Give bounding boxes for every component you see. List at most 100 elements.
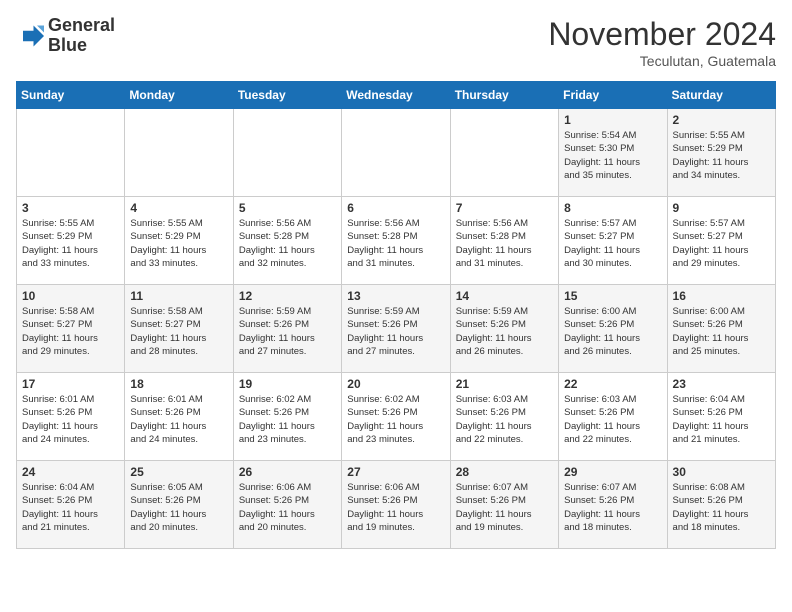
cell-info: Sunrise: 6:07 AMSunset: 5:26 PMDaylight:… (564, 481, 661, 534)
cell-info: Sunrise: 5:57 AMSunset: 5:27 PMDaylight:… (564, 217, 661, 270)
day-number: 15 (564, 289, 661, 303)
calendar-cell: 2Sunrise: 5:55 AMSunset: 5:29 PMDaylight… (667, 109, 775, 197)
header-sunday: Sunday (17, 82, 125, 109)
cell-info: Sunrise: 5:55 AMSunset: 5:29 PMDaylight:… (130, 217, 227, 270)
header-row: SundayMondayTuesdayWednesdayThursdayFrid… (17, 82, 776, 109)
cell-info: Sunrise: 5:59 AMSunset: 5:26 PMDaylight:… (347, 305, 444, 358)
title-block: November 2024 Teculutan, Guatemala (548, 16, 776, 69)
calendar-cell: 23 Sunrise: 6:04 AMSunset: 5:26 PMDayligh… (667, 373, 775, 461)
calendar-cell: 19 Sunrise: 6:02 AMSunset: 5:26 PMDayligh… (233, 373, 341, 461)
day-number: 9 (673, 201, 770, 215)
day-number: 29 (564, 465, 661, 479)
day-number: 26 (239, 465, 336, 479)
calendar-cell: 26 Sunrise: 6:06 AMSunset: 5:26 PMDayligh… (233, 461, 341, 549)
calendar-cell: 14 Sunrise: 5:59 AMSunset: 5:26 PMDayligh… (450, 285, 558, 373)
day-number: 14 (456, 289, 553, 303)
calendar-cell: 21 Sunrise: 6:03 AMSunset: 5:26 PMDayligh… (450, 373, 558, 461)
day-number: 8 (564, 201, 661, 215)
calendar-cell: 1 Sunrise: 5:54 AMSunset: 5:30 PMDaylight… (559, 109, 667, 197)
day-number: 11 (130, 289, 227, 303)
day-number: 4 (130, 201, 227, 215)
cell-info: Sunrise: 5:56 AMSunset: 5:28 PMDaylight:… (239, 217, 336, 270)
week-row-1: 1 Sunrise: 5:54 AMSunset: 5:30 PMDaylight… (17, 109, 776, 197)
week-row-2: 3 Sunrise: 5:55 AMSunset: 5:29 PMDaylight… (17, 197, 776, 285)
day-number: 25 (130, 465, 227, 479)
calendar-cell: 10 Sunrise: 5:58 AMSunset: 5:27 PMDayligh… (17, 285, 125, 373)
calendar-cell: 12Sunrise: 5:59 AMSunset: 5:26 PMDayligh… (233, 285, 341, 373)
day-number: 30 (673, 465, 770, 479)
calendar-cell: 4 Sunrise: 5:55 AMSunset: 5:29 PMDaylight… (125, 197, 233, 285)
cell-info: Sunrise: 5:56 AMSunset: 5:28 PMDaylight:… (456, 217, 553, 270)
calendar-cell: 24Sunrise: 6:04 AMSunset: 5:26 PMDayligh… (17, 461, 125, 549)
calendar-cell: 9 Sunrise: 5:57 AMSunset: 5:27 PMDaylight… (667, 197, 775, 285)
day-number: 13 (347, 289, 444, 303)
day-number: 7 (456, 201, 553, 215)
cell-info: Sunrise: 5:57 AMSunset: 5:27 PMDaylight:… (673, 217, 770, 270)
logo-icon (16, 22, 44, 50)
cell-info: Sunrise: 5:56 AMSunset: 5:28 PMDaylight:… (347, 217, 444, 270)
calendar-cell: 29 Sunrise: 6:07 AMSunset: 5:26 PMDayligh… (559, 461, 667, 549)
calendar-cell: 16Sunrise: 6:00 AMSunset: 5:26 PMDayligh… (667, 285, 775, 373)
day-number: 1 (564, 113, 661, 127)
calendar-header: SundayMondayTuesdayWednesdayThursdayFrid… (17, 82, 776, 109)
day-number: 23 (673, 377, 770, 391)
page-header: General Blue November 2024 Teculutan, Gu… (16, 16, 776, 69)
month-title: November 2024 (548, 16, 776, 53)
day-number: 18 (130, 377, 227, 391)
header-friday: Friday (559, 82, 667, 109)
calendar-cell: 17 Sunrise: 6:01 AMSunset: 5:26 PMDayligh… (17, 373, 125, 461)
calendar-cell: 5 Sunrise: 5:56 AMSunset: 5:28 PMDaylight… (233, 197, 341, 285)
header-monday: Monday (125, 82, 233, 109)
calendar-cell: 28Sunrise: 6:07 AMSunset: 5:26 PMDayligh… (450, 461, 558, 549)
cell-info: Sunrise: 6:00 AMSunset: 5:26 PMDaylight:… (564, 305, 661, 358)
week-row-4: 17 Sunrise: 6:01 AMSunset: 5:26 PMDayligh… (17, 373, 776, 461)
day-number: 21 (456, 377, 553, 391)
calendar-cell: 13 Sunrise: 5:59 AMSunset: 5:26 PMDayligh… (342, 285, 450, 373)
header-saturday: Saturday (667, 82, 775, 109)
calendar-cell: 30 Sunrise: 6:08 AMSunset: 5:26 PMDayligh… (667, 461, 775, 549)
logo-line1: General (48, 16, 115, 36)
header-tuesday: Tuesday (233, 82, 341, 109)
week-row-3: 10 Sunrise: 5:58 AMSunset: 5:27 PMDayligh… (17, 285, 776, 373)
day-number: 27 (347, 465, 444, 479)
header-wednesday: Wednesday (342, 82, 450, 109)
week-row-5: 24Sunrise: 6:04 AMSunset: 5:26 PMDayligh… (17, 461, 776, 549)
logo-line2: Blue (48, 36, 115, 56)
cell-info: Sunrise: 6:04 AMSunset: 5:26 PMDaylight:… (673, 393, 770, 446)
calendar-cell: 6Sunrise: 5:56 AMSunset: 5:28 PMDaylight… (342, 197, 450, 285)
day-number: 5 (239, 201, 336, 215)
cell-info: Sunrise: 5:58 AMSunset: 5:27 PMDaylight:… (22, 305, 119, 358)
cell-info: Sunrise: 6:02 AMSunset: 5:26 PMDaylight:… (239, 393, 336, 446)
calendar-cell: 18 Sunrise: 6:01 AMSunset: 5:26 PMDayligh… (125, 373, 233, 461)
cell-info: Sunrise: 5:58 AMSunset: 5:27 PMDaylight:… (130, 305, 227, 358)
day-number: 19 (239, 377, 336, 391)
day-number: 28 (456, 465, 553, 479)
cell-info: Sunrise: 5:54 AMSunset: 5:30 PMDaylight:… (564, 129, 661, 182)
cell-info: Sunrise: 5:59 AMSunset: 5:26 PMDaylight:… (456, 305, 553, 358)
logo-text: General Blue (48, 16, 115, 56)
logo: General Blue (16, 16, 115, 56)
cell-info: Sunrise: 6:06 AMSunset: 5:26 PMDaylight:… (239, 481, 336, 534)
calendar-cell (450, 109, 558, 197)
day-number: 2 (673, 113, 770, 127)
calendar-cell (233, 109, 341, 197)
day-number: 10 (22, 289, 119, 303)
cell-info: Sunrise: 6:03 AMSunset: 5:26 PMDaylight:… (456, 393, 553, 446)
cell-info: Sunrise: 6:01 AMSunset: 5:26 PMDaylight:… (130, 393, 227, 446)
cell-info: Sunrise: 6:04 AMSunset: 5:26 PMDaylight:… (22, 481, 119, 534)
calendar-cell: 25 Sunrise: 6:05 AMSunset: 5:26 PMDayligh… (125, 461, 233, 549)
cell-info: Sunrise: 6:05 AMSunset: 5:26 PMDaylight:… (130, 481, 227, 534)
cell-info: Sunrise: 6:02 AMSunset: 5:26 PMDaylight:… (347, 393, 444, 446)
calendar-cell: 22Sunrise: 6:03 AMSunset: 5:26 PMDayligh… (559, 373, 667, 461)
cell-info: Sunrise: 5:55 AMSunset: 5:29 PMDaylight:… (22, 217, 119, 270)
cell-info: Sunrise: 6:01 AMSunset: 5:26 PMDaylight:… (22, 393, 119, 446)
calendar-body: 1 Sunrise: 5:54 AMSunset: 5:30 PMDaylight… (17, 109, 776, 549)
cell-info: Sunrise: 6:08 AMSunset: 5:26 PMDaylight:… (673, 481, 770, 534)
calendar-cell: 20Sunrise: 6:02 AMSunset: 5:26 PMDayligh… (342, 373, 450, 461)
calendar-cell: 8 Sunrise: 5:57 AMSunset: 5:27 PMDaylight… (559, 197, 667, 285)
day-number: 17 (22, 377, 119, 391)
day-number: 22 (564, 377, 661, 391)
calendar-cell: 11 Sunrise: 5:58 AMSunset: 5:27 PMDayligh… (125, 285, 233, 373)
calendar-cell: 7 Sunrise: 5:56 AMSunset: 5:28 PMDaylight… (450, 197, 558, 285)
day-number: 3 (22, 201, 119, 215)
